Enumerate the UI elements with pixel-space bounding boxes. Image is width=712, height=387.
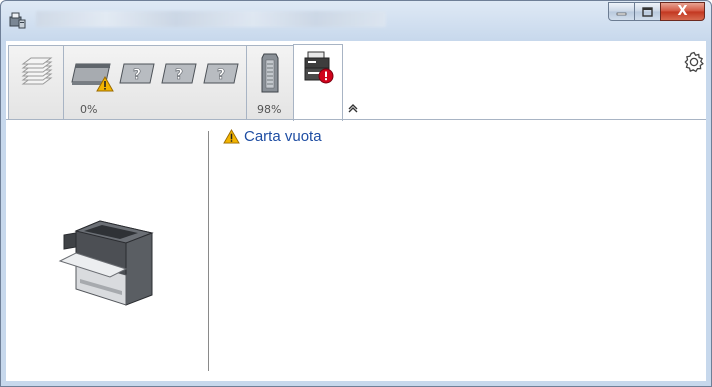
device-error-icon	[304, 51, 334, 84]
close-icon: X	[677, 4, 688, 19]
status-message: Carta vuota	[223, 128, 322, 145]
status-toolbar: ? ? ? 0% 98%	[6, 41, 706, 121]
unknown-cartridge-icon: ?	[161, 63, 197, 84]
printer-preview-pane	[6, 121, 208, 381]
waste-toner-box-icon	[261, 53, 279, 93]
title-bar[interactable]: X	[1, 1, 711, 41]
printer-app-icon	[9, 12, 26, 29]
status-monitor-window: X ? ? ? 0% 98% Carta vuota	[0, 0, 712, 387]
close-button[interactable]: X	[660, 2, 705, 21]
svg-text:?: ?	[217, 67, 225, 83]
warning-icon	[223, 129, 240, 144]
toolbar-separator	[6, 119, 706, 120]
svg-text:?: ?	[133, 67, 141, 83]
caption-buttons: X	[608, 2, 705, 22]
unknown-cartridge-icon: ?	[203, 63, 239, 84]
minimize-button[interactable]	[608, 2, 635, 21]
warning-icon	[96, 76, 114, 92]
waste-toner-level-text: 98%	[257, 103, 282, 116]
maximize-icon	[642, 6, 653, 17]
paper-stack-icon	[21, 57, 53, 85]
main-content: Carta vuota	[6, 121, 706, 381]
tab-waste-toner[interactable]: 98%	[246, 45, 294, 119]
pane-divider[interactable]	[208, 131, 209, 371]
status-message-text[interactable]: Carta vuota	[244, 128, 322, 145]
minimize-icon	[616, 12, 627, 16]
tab-toner[interactable]: ? ? ? 0%	[63, 45, 247, 119]
chevron-up-icon[interactable]	[347, 104, 359, 114]
printer-image	[58, 220, 154, 306]
unknown-cartridge-icon: ?	[119, 63, 155, 84]
tab-device[interactable]	[293, 44, 343, 121]
svg-text:?: ?	[175, 67, 183, 83]
tab-paper[interactable]	[8, 45, 64, 119]
toner-level-text: 0%	[80, 103, 98, 116]
maximize-button[interactable]	[634, 2, 661, 21]
gear-icon[interactable]	[682, 50, 706, 74]
window-title-redacted	[36, 11, 386, 27]
